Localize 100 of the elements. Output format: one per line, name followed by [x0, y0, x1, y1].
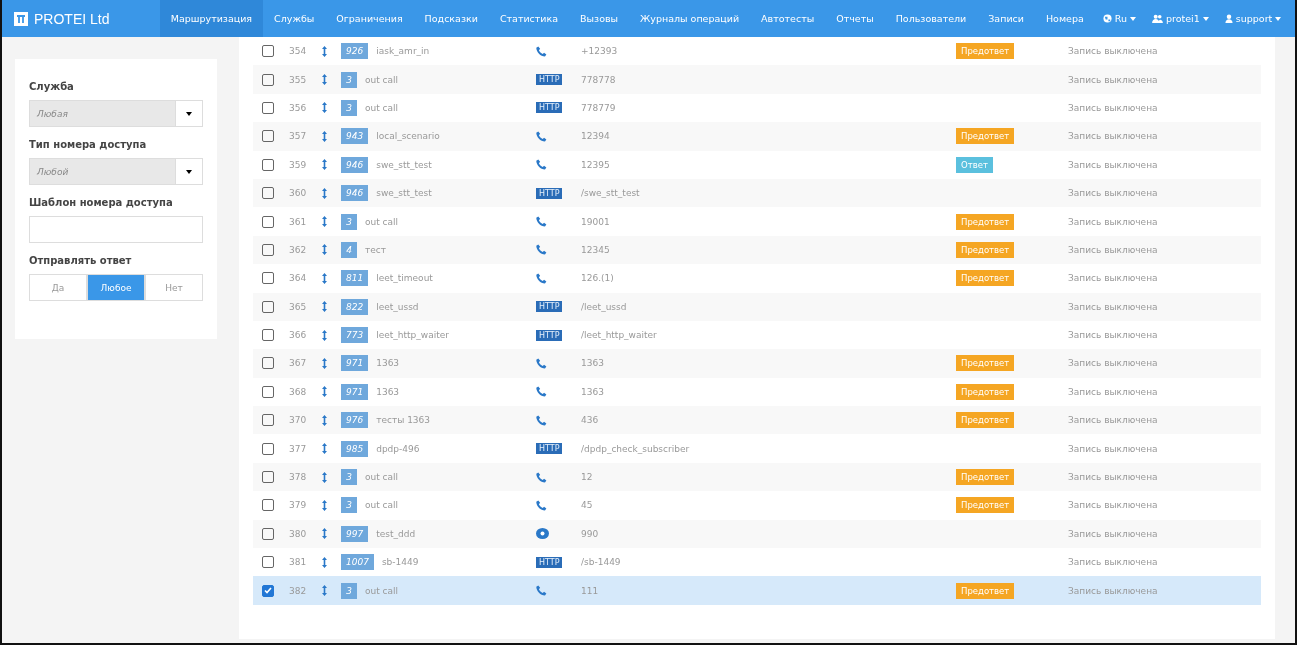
sort-arrows-icon[interactable]	[322, 216, 327, 228]
nav-dropdown[interactable]: support	[1216, 13, 1290, 24]
nav-link[interactable]: Ограничения	[325, 0, 414, 37]
checkbox[interactable]	[262, 187, 274, 200]
nav-link[interactable]: Автотесты	[750, 0, 826, 37]
nav-link[interactable]: Пользователи	[884, 0, 978, 37]
row-id: 355	[289, 74, 308, 85]
checkbox[interactable]	[262, 527, 274, 540]
access-number: /sb-1449	[581, 557, 622, 568]
checkbox[interactable]	[262, 158, 274, 171]
phone-icon	[536, 386, 547, 398]
access-number: 111	[581, 585, 600, 596]
sort-arrows-icon[interactable]	[322, 499, 327, 511]
users-icon	[1152, 14, 1163, 23]
checkbox[interactable]	[262, 357, 274, 370]
checkbox[interactable]	[262, 442, 274, 455]
sort-arrows-icon[interactable]	[322, 102, 327, 114]
access-number: /leet_ussd	[581, 301, 628, 312]
access-number: 778778	[581, 74, 617, 85]
brand-name: PROTEI Ltd	[34, 10, 110, 27]
row-id: 366	[289, 330, 308, 341]
table-row[interactable]: 365 822 leet_ussd HTTP /leet_ussd Запись выключена	[253, 292, 1261, 321]
table-row[interactable]: 357 943 local_scenario 12394 Предответ Запись выключена	[253, 122, 1261, 151]
table-row[interactable]: 362 4 тест 12345 Предответ Запись выключена	[253, 235, 1261, 265]
nav-link[interactable]: Журналы операций	[629, 0, 751, 37]
nav-link[interactable]: Службы	[263, 0, 326, 37]
sort-arrows-icon[interactable]	[322, 272, 327, 284]
nav-link[interactable]: Номера	[1034, 0, 1095, 37]
service-name: dpdp-496	[376, 443, 421, 454]
sort-arrows-icon[interactable]	[322, 443, 327, 455]
row-id: 364	[289, 273, 308, 284]
nav-link[interactable]: Вызовы	[569, 0, 630, 37]
http-badge: HTTP	[536, 443, 563, 455]
checkbox[interactable]	[262, 101, 274, 114]
nav-link[interactable]: Маршрутизация	[159, 0, 264, 37]
sort-arrows-icon[interactable]	[322, 414, 327, 426]
checkbox[interactable]	[262, 215, 274, 228]
sort-arrows-icon[interactable]	[322, 74, 327, 86]
sort-arrows-icon[interactable]	[322, 471, 327, 483]
service-name: out call	[365, 102, 400, 113]
checkbox[interactable]	[262, 556, 274, 569]
input-field[interactable]	[29, 216, 203, 243]
sort-arrows-icon[interactable]	[322, 187, 327, 199]
nav-dropdown[interactable]: protei1	[1144, 13, 1217, 24]
nav-link[interactable]: Подсказки	[413, 0, 489, 37]
row-id: 368	[289, 386, 308, 397]
table-row[interactable]: 382 3 out call 111 Предответ Запись выключена	[253, 576, 1261, 605]
checkbox[interactable]	[262, 471, 274, 484]
service-name: out call	[365, 472, 400, 483]
service-name: test_ddd	[376, 528, 417, 539]
service-name: 1363	[376, 386, 401, 397]
access-type-select[interactable]: Любой	[29, 158, 203, 185]
sort-arrows-icon[interactable]	[322, 329, 327, 341]
sort-arrows-icon[interactable]	[322, 358, 327, 369]
checkbox[interactable]	[262, 130, 274, 143]
checkbox[interactable]	[262, 385, 274, 398]
sort-arrows-icon[interactable]	[322, 45, 327, 57]
table-row[interactable]: 360 946 swe_stt_test HTTP /swe_stt_test Запись выключена	[253, 178, 1261, 208]
sort-arrows-icon[interactable]	[322, 386, 327, 398]
checkbox[interactable]	[262, 45, 274, 58]
nav-link[interactable]: Отчеты	[825, 0, 885, 37]
record-status: Запись выключена	[1068, 386, 1159, 397]
table-row[interactable]: 355 3 out call HTTP 778778 Запись выключена	[253, 65, 1261, 94]
checkbox[interactable]	[262, 584, 274, 597]
sort-arrows-icon[interactable]	[322, 585, 327, 597]
sort-arrows-icon[interactable]	[322, 159, 327, 171]
checkbox[interactable]	[262, 300, 274, 313]
sort-arrows-icon[interactable]	[322, 301, 327, 313]
row-id: 361	[289, 216, 308, 227]
checkbox[interactable]	[262, 499, 274, 512]
sort-arrows-icon[interactable]	[322, 244, 327, 256]
checkbox[interactable]	[262, 414, 274, 427]
nav-dropdown[interactable]: Ru	[1094, 13, 1144, 24]
toggle-option[interactable]: Да	[29, 274, 87, 301]
sort-arrows-icon[interactable]	[322, 556, 327, 568]
table-row[interactable]: 378 3 out call 12 Предответ Запись выключена	[253, 462, 1261, 492]
nav-link[interactable]: Статистика	[488, 0, 570, 37]
access-number: /swe_stt_test	[581, 188, 641, 199]
access-number: 990	[581, 528, 600, 539]
row-id: 357	[289, 131, 308, 142]
table-row[interactable]: 367 971 1363 1363 Предответ Запись выключена	[253, 349, 1261, 378]
table-row[interactable]: 380 997 test_ddd 990 Запись выключена	[253, 519, 1261, 549]
record-status: Запись выключена	[1068, 102, 1159, 113]
access-number: 12	[581, 472, 594, 483]
sort-arrows-icon[interactable]	[322, 528, 327, 540]
checkbox[interactable]	[262, 329, 274, 342]
checkbox[interactable]	[262, 73, 274, 86]
service-name: 1363	[376, 358, 401, 369]
checkbox[interactable]	[262, 243, 274, 256]
answer-badge: Предответ	[956, 128, 1015, 145]
service-select[interactable]: Любая	[29, 100, 203, 127]
nav-link[interactable]: Записи	[977, 0, 1035, 37]
toggle-option[interactable]: Любое	[87, 274, 145, 301]
answer-badge: Предответ	[956, 497, 1015, 514]
checkbox[interactable]	[262, 272, 274, 285]
toggle-option[interactable]: Нет	[145, 274, 203, 301]
sort-arrows-icon[interactable]	[322, 130, 327, 142]
row-id: 370	[289, 415, 308, 426]
access-number: 1363	[581, 386, 605, 397]
table-row[interactable]: 370 976 тесты 1363 436 Предответ Запись выключена	[253, 406, 1261, 435]
